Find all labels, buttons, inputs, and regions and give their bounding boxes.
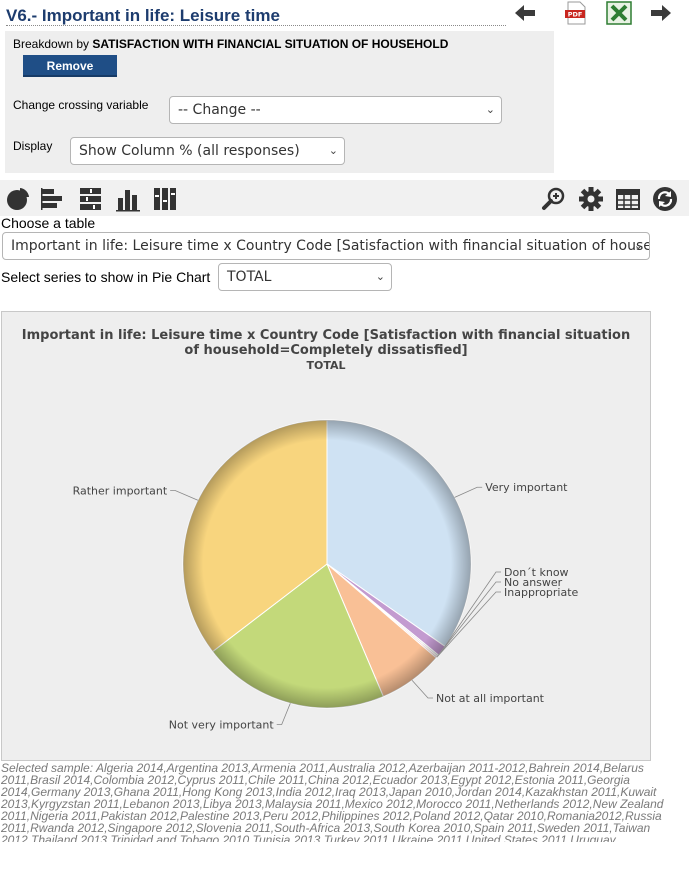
page-title: V6.- Important in life: Leisure time bbox=[6, 6, 280, 25]
series-select-label: Select series to show in Pie Chart bbox=[1, 269, 211, 285]
excel-export-icon[interactable] bbox=[606, 1, 632, 25]
pie-chart-icon[interactable] bbox=[5, 186, 31, 212]
gear-icon[interactable] bbox=[578, 186, 604, 212]
pie-chart: Very importantDon´t knowNo answerInappro… bbox=[73, 419, 579, 732]
series-select[interactable]: TOTAL ⌄ bbox=[218, 263, 392, 291]
title-divider bbox=[6, 25, 506, 26]
pie-label-very-important: Very important bbox=[485, 481, 568, 494]
vertical-bar-chart-icon[interactable] bbox=[115, 186, 141, 212]
pie-label-not-very-important: Not very important bbox=[169, 719, 275, 732]
pie-connector-rather-important bbox=[170, 490, 199, 501]
back-arrow-icon[interactable] bbox=[512, 1, 538, 25]
chevron-down-icon: ⌄ bbox=[485, 103, 495, 116]
breakdown-text: Breakdown by SATISFACTION WITH FINANCIAL… bbox=[13, 37, 448, 51]
pie-label-inappropriate: Inappropriate bbox=[504, 586, 579, 599]
display-value: Show Column % (all responses) bbox=[79, 143, 300, 159]
crossing-variable-label: Change crossing variable bbox=[13, 98, 149, 112]
horizontal-bar-chart-icon[interactable] bbox=[40, 186, 66, 212]
crossing-variable-select[interactable]: -- Change -- ⌄ bbox=[169, 96, 502, 124]
selected-sample-text: Selected sample: Algeria 2014,Argentina … bbox=[1, 762, 664, 842]
stacked-horizontal-bar-icon[interactable] bbox=[78, 186, 104, 212]
chevron-down-icon: ⌄ bbox=[328, 144, 338, 157]
chevron-down-icon: ⌄ bbox=[633, 239, 643, 252]
display-label: Display bbox=[13, 139, 53, 153]
breakdown-variable: SATISFACTION WITH FINANCIAL SITUATION OF… bbox=[92, 37, 449, 51]
refresh-icon[interactable] bbox=[652, 186, 678, 212]
pie-label-not-at-all-important: Not at all important bbox=[436, 692, 545, 705]
pie-chart-container: Important in life: Leisure time x Countr… bbox=[1, 311, 651, 761]
choose-table-label: Choose a table bbox=[1, 215, 96, 231]
chart-toolbar bbox=[0, 180, 689, 216]
pie-connector-not-at-all-important bbox=[411, 679, 433, 699]
stacked-column-chart-icon[interactable] bbox=[152, 186, 178, 212]
table-view-icon[interactable] bbox=[615, 186, 641, 212]
title-bar: V6.- Important in life: Leisure time PDF bbox=[0, 0, 689, 30]
table-select[interactable]: Important in life: Leisure time x Countr… bbox=[2, 232, 650, 260]
chevron-down-icon: ⌄ bbox=[375, 270, 385, 283]
pie-connector-very-important bbox=[454, 486, 483, 498]
pie-label-rather-important: Rather important bbox=[73, 485, 168, 498]
table-select-value: Important in life: Leisure time x Countr… bbox=[11, 238, 650, 254]
remove-button[interactable]: Remove bbox=[23, 55, 117, 77]
breakdown-panel: Breakdown by SATISFACTION WITH FINANCIAL… bbox=[5, 31, 554, 173]
series-select-value: TOTAL bbox=[227, 269, 272, 285]
breakdown-prefix: Breakdown by bbox=[13, 37, 90, 51]
crossing-variable-value: -- Change -- bbox=[178, 102, 261, 118]
pdf-label: PDF bbox=[568, 11, 583, 19]
display-select[interactable]: Show Column % (all responses) ⌄ bbox=[70, 137, 345, 165]
zoom-icon[interactable] bbox=[541, 186, 567, 212]
pdf-export-icon[interactable]: PDF bbox=[563, 1, 589, 25]
pie-connector-not-very-important bbox=[276, 703, 291, 725]
forward-arrow-icon[interactable] bbox=[648, 1, 674, 25]
